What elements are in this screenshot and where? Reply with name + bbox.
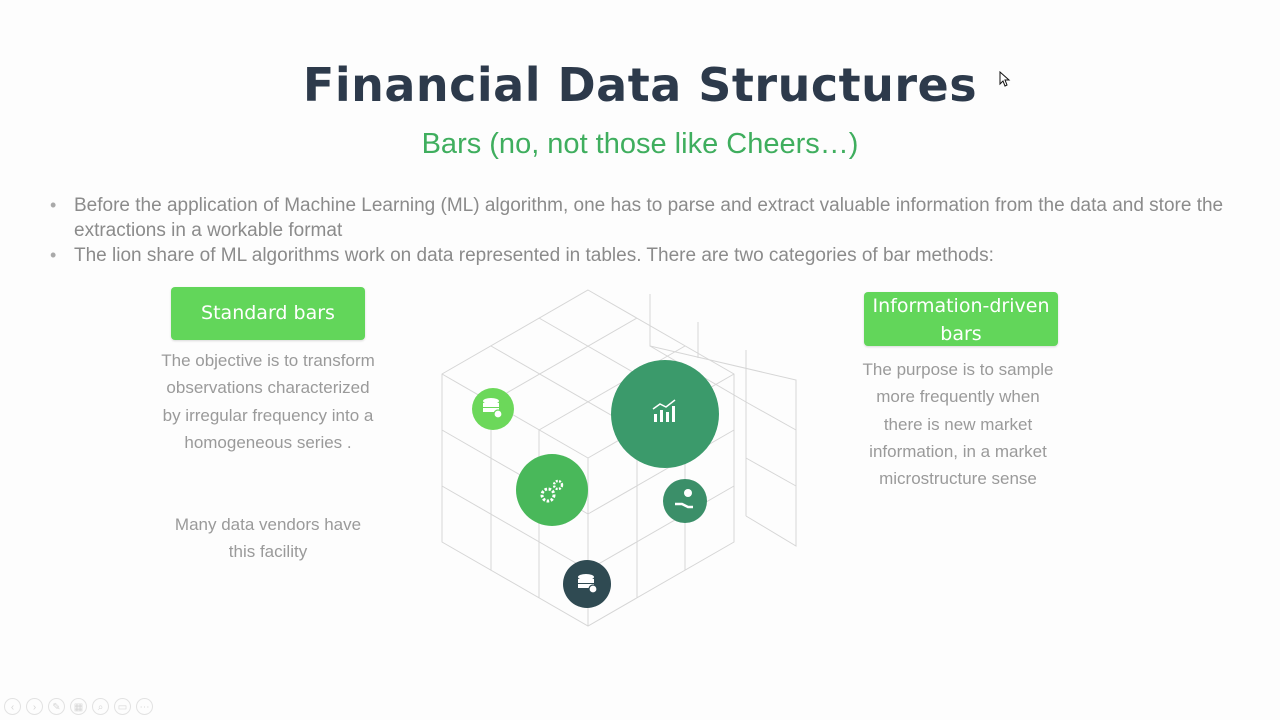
view-slides-icon[interactable]: ▦ [70, 698, 87, 715]
standard-bars-note: Many data vendors have this facility [174, 515, 362, 562]
bullet-text: The lion share of ML algorithms work on … [74, 245, 994, 266]
information-driven-bars-heading: Information-driven bars [864, 292, 1058, 346]
database-clock-icon [472, 388, 514, 430]
subtitles-icon[interactable]: ▭ [114, 698, 131, 715]
bullet-list: • Before the application of Machine Lear… [50, 193, 1240, 268]
presenter-toolbar: ‹ › ✎ ▦ ⌕ ▭ ⋯ [4, 698, 153, 716]
cube-grid-lines [441, 289, 797, 627]
standard-bars-heading: Standard bars [171, 287, 365, 340]
previous-slide-button[interactable]: ‹ [4, 698, 21, 715]
bullet-item: • Before the application of Machine Lear… [50, 193, 1240, 243]
standard-bars-description: The objective is to transform observatio… [161, 351, 375, 452]
money-hand-icon [663, 479, 707, 523]
slide: Financial Data Structures Bars (no, not … [0, 0, 1280, 720]
next-slide-button[interactable]: › [26, 698, 43, 715]
gears-icon [516, 454, 588, 526]
pen-icon[interactable]: ✎ [48, 698, 65, 715]
bullet-text: Before the application of Machine Learni… [74, 195, 1224, 241]
bullet-item: • The lion share of ML algorithms work o… [50, 243, 1240, 268]
zoom-icon[interactable]: ⌕ [92, 698, 109, 715]
chart-up-icon [611, 360, 719, 468]
mouse-cursor-icon [999, 71, 1011, 87]
more-options-icon[interactable]: ⋯ [136, 698, 153, 715]
bullet-dot-icon: • [50, 195, 57, 215]
database-clock-icon [563, 560, 611, 608]
bullet-dot-icon: • [50, 245, 57, 265]
information-driven-bars-description: The purpose is to sample more frequently… [862, 360, 1054, 489]
slide-subtitle: Bars (no, not those like Cheers…) [421, 128, 859, 160]
cube-grid-diagram [441, 289, 797, 627]
slide-title: Financial Data Structures [302, 58, 978, 112]
